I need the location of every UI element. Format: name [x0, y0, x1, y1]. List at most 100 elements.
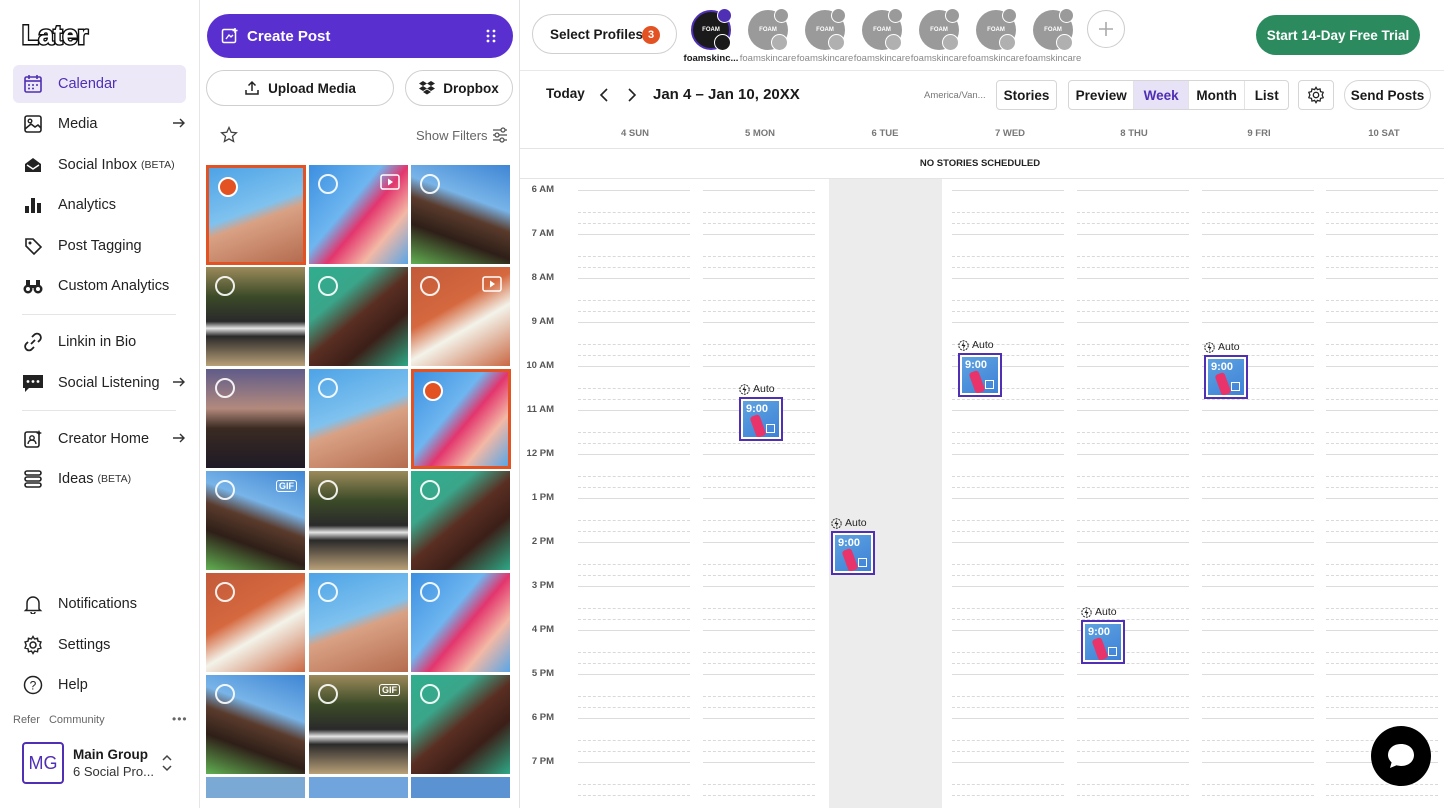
time-slot[interactable] — [578, 751, 690, 752]
time-slot[interactable] — [1326, 454, 1438, 455]
media-thumbnail[interactable] — [411, 267, 510, 366]
check-circle-icon[interactable] — [420, 684, 440, 704]
time-slot[interactable] — [1326, 531, 1438, 532]
time-slot[interactable] — [703, 630, 815, 631]
time-slot[interactable] — [578, 707, 690, 708]
time-slot[interactable] — [1077, 520, 1189, 521]
time-slot[interactable] — [1326, 652, 1438, 653]
view-month[interactable]: Month — [1189, 81, 1246, 109]
time-slot[interactable] — [1326, 388, 1438, 389]
time-slot[interactable] — [1326, 564, 1438, 565]
time-slot[interactable] — [703, 762, 815, 763]
calendar-settings-button[interactable] — [1298, 80, 1334, 110]
time-slot[interactable] — [1202, 432, 1314, 433]
time-slot[interactable] — [952, 278, 1064, 279]
media-thumbnail[interactable] — [309, 165, 408, 264]
time-slot[interactable] — [578, 564, 690, 565]
sidebar-item-analytics[interactable]: Analytics — [13, 186, 186, 224]
time-slot[interactable] — [1077, 366, 1189, 367]
group-name[interactable]: Main Group — [73, 747, 148, 762]
media-thumbnail[interactable] — [206, 777, 305, 798]
time-slot[interactable] — [1326, 575, 1438, 576]
sidebar-item-linkin-bio[interactable]: Linkin in Bio — [13, 323, 186, 361]
sidebar-item-post-tagging[interactable]: Post Tagging — [13, 227, 186, 265]
time-slot[interactable] — [1326, 586, 1438, 587]
time-slot[interactable] — [703, 311, 815, 312]
time-slot[interactable] — [1077, 718, 1189, 719]
time-slot[interactable] — [952, 740, 1064, 741]
time-slot[interactable] — [1077, 564, 1189, 565]
check-circle-icon[interactable] — [215, 684, 235, 704]
scheduled-post[interactable]: 9:00 — [958, 353, 1002, 397]
view-list[interactable]: List — [1245, 81, 1288, 109]
time-slot[interactable] — [952, 762, 1064, 763]
time-slot[interactable] — [578, 575, 690, 576]
time-slot[interactable] — [1202, 520, 1314, 521]
time-slot[interactable] — [1077, 212, 1189, 213]
profile-pinterest[interactable]: FOAM foamskincare — [852, 8, 912, 68]
sidebar-item-social-inbox[interactable]: Social Inbox (BETA) — [13, 146, 186, 184]
dropbox-button[interactable]: Dropbox — [405, 70, 513, 106]
time-slot[interactable] — [703, 256, 815, 257]
time-slot[interactable] — [1202, 718, 1314, 719]
time-slot[interactable] — [1202, 740, 1314, 741]
time-slot[interactable] — [578, 487, 690, 488]
time-slot[interactable] — [1202, 531, 1314, 532]
time-slot[interactable] — [952, 663, 1064, 664]
sidebar-item-custom-analytics[interactable]: Custom Analytics — [13, 267, 186, 305]
sidebar-item-notifications[interactable]: Notifications — [13, 585, 186, 623]
time-slot[interactable] — [1202, 652, 1314, 653]
time-slot[interactable] — [1077, 432, 1189, 433]
time-slot[interactable] — [952, 674, 1064, 675]
check-circle-icon[interactable] — [318, 582, 338, 602]
time-slot[interactable] — [703, 586, 815, 587]
time-slot[interactable] — [952, 564, 1064, 565]
time-slot[interactable] — [1326, 542, 1438, 543]
time-slot[interactable] — [1326, 267, 1438, 268]
time-slot[interactable] — [1202, 223, 1314, 224]
media-thumbnail[interactable] — [206, 165, 306, 265]
sidebar-item-ideas[interactable]: Ideas (BETA) — [13, 460, 186, 498]
time-slot[interactable] — [1077, 531, 1189, 532]
time-slot[interactable] — [578, 476, 690, 477]
time-slot[interactable] — [578, 223, 690, 224]
time-slot[interactable] — [1326, 355, 1438, 356]
time-slot[interactable] — [952, 520, 1064, 521]
time-slot[interactable] — [1326, 432, 1438, 433]
time-slot[interactable] — [1202, 234, 1314, 235]
more-icon[interactable]: ••• — [172, 712, 188, 726]
time-slot[interactable] — [578, 586, 690, 587]
time-slot[interactable] — [1326, 619, 1438, 620]
time-slot[interactable] — [1326, 190, 1438, 191]
time-slot[interactable] — [703, 366, 815, 367]
time-slot[interactable] — [1202, 498, 1314, 499]
check-circle-icon[interactable] — [420, 174, 440, 194]
time-slot[interactable] — [1202, 575, 1314, 576]
media-thumbnail[interactable] — [309, 777, 408, 798]
time-slot[interactable] — [952, 190, 1064, 191]
time-slot[interactable] — [578, 740, 690, 741]
check-circle-icon[interactable] — [318, 276, 338, 296]
check-circle-icon[interactable] — [215, 276, 235, 296]
sidebar-item-settings[interactable]: Settings — [13, 626, 186, 664]
media-thumbnail[interactable] — [206, 573, 305, 672]
media-thumbnail[interactable] — [309, 369, 408, 468]
time-slot[interactable] — [1202, 399, 1314, 400]
time-slot[interactable] — [578, 322, 690, 323]
time-slot[interactable] — [1077, 300, 1189, 301]
profile-instagram[interactable]: FOAM foamskinc... — [681, 8, 741, 68]
time-slot[interactable] — [703, 784, 815, 785]
time-slot[interactable] — [952, 751, 1064, 752]
time-slot[interactable] — [703, 795, 815, 796]
time-slot[interactable] — [952, 575, 1064, 576]
time-slot[interactable] — [578, 674, 690, 675]
time-slot[interactable] — [1077, 234, 1189, 235]
select-profiles-button[interactable]: Select Profiles 3 — [532, 14, 677, 54]
time-slot[interactable] — [1202, 476, 1314, 477]
time-slot[interactable] — [1077, 399, 1189, 400]
time-slot[interactable] — [1326, 300, 1438, 301]
time-slot[interactable] — [1077, 696, 1189, 697]
media-thumbnail[interactable] — [309, 267, 408, 366]
add-profile-button[interactable] — [1087, 10, 1125, 48]
time-slot[interactable] — [1077, 707, 1189, 708]
